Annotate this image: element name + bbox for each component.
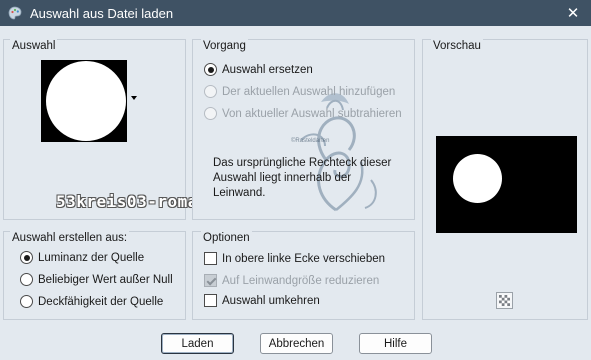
checkbox-label: Auswahl umkehren xyxy=(222,294,320,307)
radio-indicator[interactable] xyxy=(20,295,33,308)
auswahl-panel-title: Auswahl xyxy=(10,39,58,53)
erstellen-panel: Auswahl erstellen aus: Luminanz der Quel… xyxy=(3,231,186,320)
checkbox-leinwandgroesse: Auf Leinwandgröße reduzieren xyxy=(204,274,379,287)
radio-indicator[interactable] xyxy=(204,63,217,76)
cancel-button[interactable]: Abbrechen xyxy=(260,333,333,354)
selection-thumbnail[interactable] xyxy=(41,60,127,142)
radio-label: Von aktueller Auswahl subtrahieren xyxy=(222,107,402,120)
preview-circle-shape xyxy=(453,154,502,203)
info-text: Das ursprüngliche Rechteck dieser Auswah… xyxy=(213,157,392,199)
radio-auswahl-hinzufuegen: Der aktuellen Auswahl hinzufügen xyxy=(204,85,395,98)
close-icon: ✕ xyxy=(566,5,580,22)
radio-indicator xyxy=(204,85,217,98)
vorgang-panel: Vorgang ©Rasteldarten Auswahl ersetzen D… xyxy=(192,39,415,220)
radio-indicator[interactable] xyxy=(20,251,33,264)
vorschau-panel: Vorschau xyxy=(422,39,588,320)
window-title: Auswahl aus Datei laden xyxy=(30,5,174,21)
chevron-down-icon[interactable] xyxy=(131,96,137,100)
selection-circle-shape xyxy=(46,61,126,141)
radio-luminanz[interactable]: Luminanz der Quelle xyxy=(20,251,144,264)
help-button[interactable]: Hilfe xyxy=(359,333,432,354)
radio-beliebiger-wert[interactable]: Beliebiger Wert außer Null xyxy=(20,273,173,286)
title-bar: Auswahl aus Datei laden ✕ xyxy=(0,0,591,26)
checkbox-indicator[interactable] xyxy=(204,252,217,265)
transparency-checker-icon[interactable] xyxy=(496,292,513,309)
optionen-panel-title: Optionen xyxy=(201,231,252,245)
preview-canvas xyxy=(436,136,577,233)
radio-indicator xyxy=(204,107,217,120)
vorgang-panel-title: Vorgang xyxy=(201,39,248,53)
radio-auswahl-subtrahieren: Von aktueller Auswahl subtrahieren xyxy=(204,107,402,120)
radio-label: Deckfähigkeit der Quelle xyxy=(38,295,164,308)
checkbox-indicator xyxy=(204,274,217,287)
radio-label: Auswahl ersetzen xyxy=(222,63,313,76)
load-button[interactable]: Laden xyxy=(161,333,234,354)
radio-label: Der aktuellen Auswahl hinzufügen xyxy=(222,85,396,98)
radio-indicator[interactable] xyxy=(20,273,33,286)
checkbox-label: Auf Leinwandgröße reduzieren xyxy=(222,274,380,287)
checkbox-obere-linke-ecke[interactable]: In obere linke Ecke verschieben xyxy=(204,252,385,265)
radio-deckfaehigkeit[interactable]: Deckfähigkeit der Quelle xyxy=(20,295,163,308)
watermark-text: ©Rasteldarten xyxy=(291,138,330,144)
checkbox-indicator[interactable] xyxy=(204,294,217,307)
radio-label: Luminanz der Quelle xyxy=(38,251,145,264)
radio-label: Beliebiger Wert außer Null xyxy=(38,273,173,286)
close-button[interactable]: ✕ xyxy=(563,3,583,23)
checkbox-label: In obere linke Ecke verschieben xyxy=(222,252,386,265)
erstellen-panel-title: Auswahl erstellen aus: xyxy=(10,231,130,245)
radio-auswahl-ersetzen[interactable]: Auswahl ersetzen xyxy=(204,63,313,76)
vorschau-panel-title: Vorschau xyxy=(431,39,483,53)
checkbox-auswahl-umkehren[interactable]: Auswahl umkehren xyxy=(204,294,320,307)
paint-palette-icon xyxy=(8,6,22,20)
optionen-panel: Optionen In obere linke Ecke verschieben… xyxy=(192,231,415,320)
